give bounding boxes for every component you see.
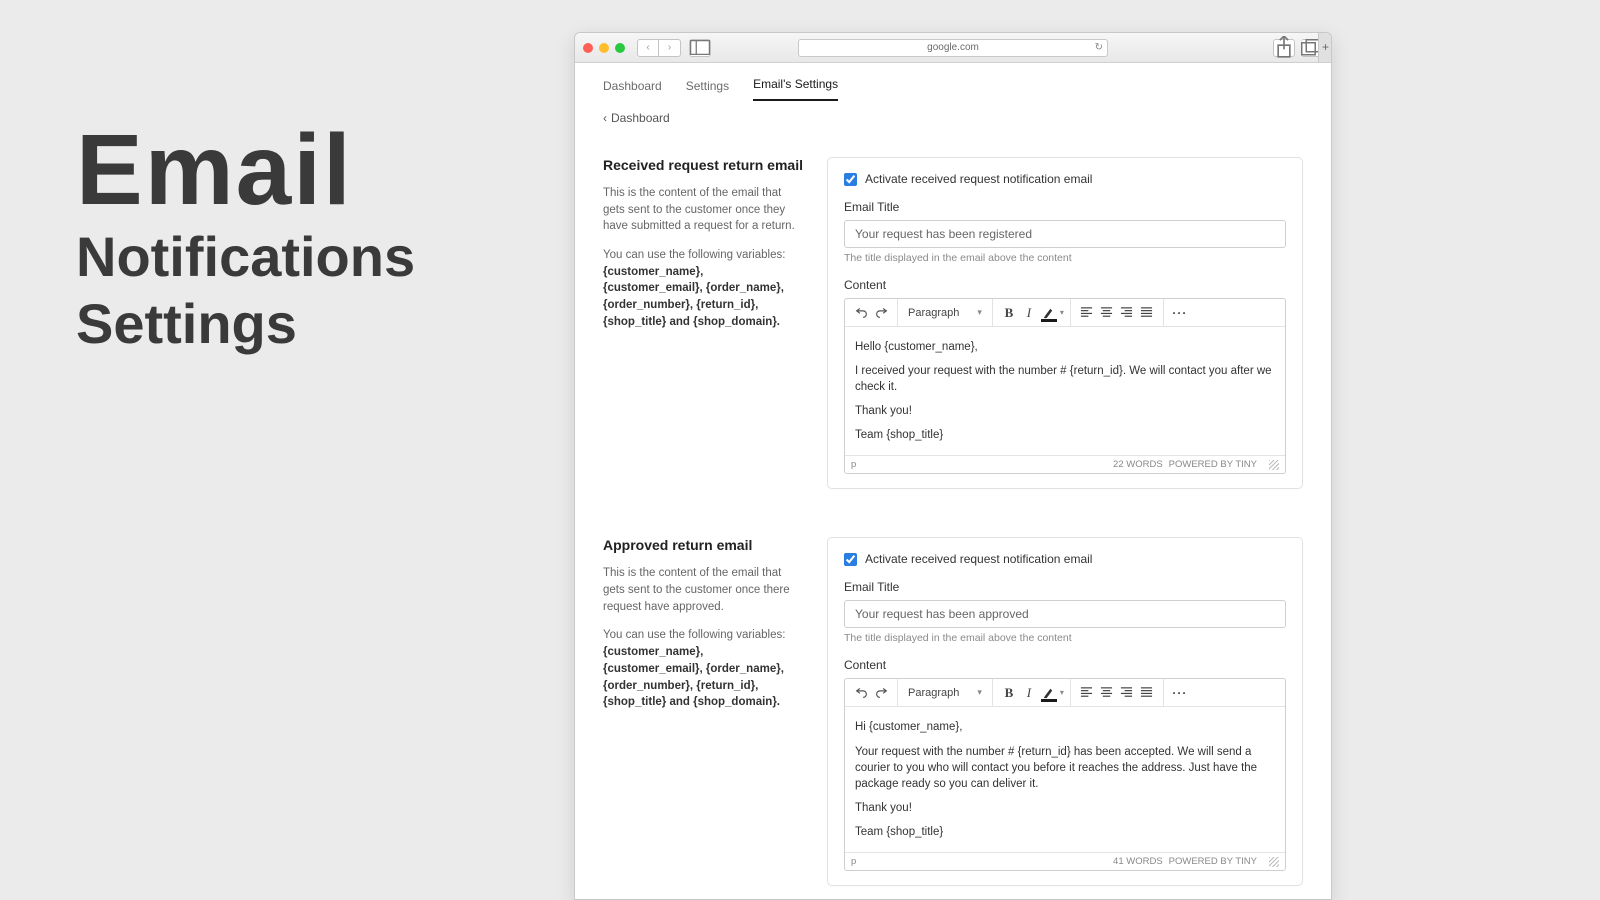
email-title-label: Email Title — [844, 580, 1286, 594]
email-title-hint: The title displayed in the email above t… — [844, 252, 1286, 264]
chevron-down-icon: ▾ — [977, 687, 982, 698]
resize-grip-icon[interactable] — [1269, 857, 1279, 867]
chevron-down-icon[interactable]: ▾ — [1060, 688, 1064, 697]
tab-settings[interactable]: Settings — [686, 79, 729, 101]
word-count: 41 WORDS — [1113, 856, 1163, 867]
settings-section: Approved return email This is the content… — [603, 515, 1303, 899]
align-justify-icon[interactable] — [1137, 683, 1157, 703]
more-icon[interactable]: ··· — [1170, 303, 1190, 323]
section-description: Approved return email This is the content… — [603, 537, 803, 886]
activate-label: Activate received request notification e… — [865, 172, 1092, 186]
paragraph-format-select[interactable]: Paragraph▾ — [904, 687, 986, 699]
address-bar[interactable]: google.com ↻ — [798, 39, 1108, 57]
redo-icon[interactable] — [871, 683, 891, 703]
section-vars: You can use the following variables:{cus… — [603, 627, 803, 710]
activate-checkbox[interactable] — [844, 173, 857, 186]
chevron-down-icon[interactable]: ▾ — [1060, 308, 1064, 317]
editor-statusbar: p 41 WORDS POWERED BY TINY — [845, 852, 1285, 870]
align-left-icon[interactable] — [1077, 683, 1097, 703]
email-title-input[interactable] — [844, 600, 1286, 628]
minimize-window-button[interactable] — [599, 43, 609, 53]
undo-icon[interactable] — [851, 683, 871, 703]
browser-titlebar: ‹ › google.com ↻ + — [575, 33, 1331, 63]
bold-icon[interactable]: B — [999, 683, 1019, 703]
activate-label: Activate received request notification e… — [865, 552, 1092, 566]
powered-by: POWERED BY TINY — [1169, 856, 1257, 867]
content-label: Content — [844, 658, 1286, 672]
section-description: Received request return email This is the… — [603, 157, 803, 489]
hero-line3: Settings — [76, 295, 415, 354]
nav-buttons: ‹ › — [637, 39, 681, 57]
italic-icon[interactable]: I — [1019, 303, 1039, 323]
forward-button[interactable]: › — [659, 39, 681, 57]
close-window-button[interactable] — [583, 43, 593, 53]
breadcrumb[interactable]: ‹ Dashboard — [575, 101, 1331, 135]
rich-text-editor: Paragraph▾ BI ▾ ··· Hello {customer_name},I … — [844, 298, 1286, 474]
hero-title: Email Notifications Settings — [76, 120, 415, 354]
align-right-icon[interactable] — [1117, 303, 1137, 323]
editor-statusbar: p 22 WORDS POWERED BY TINY — [845, 455, 1285, 473]
italic-icon[interactable]: I — [1019, 683, 1039, 703]
email-title-input[interactable] — [844, 220, 1286, 248]
status-path: p — [851, 856, 856, 867]
page-tabs: Dashboard Settings Email's Settings — [575, 63, 1331, 101]
maximize-window-button[interactable] — [615, 43, 625, 53]
settings-section: Received request return email This is the… — [603, 135, 1303, 515]
section-title: Approved return email — [603, 537, 803, 553]
undo-icon[interactable] — [851, 303, 871, 323]
chevron-down-icon: ▾ — [977, 307, 982, 318]
tab-dashboard[interactable]: Dashboard — [603, 79, 662, 101]
align-right-icon[interactable] — [1117, 683, 1137, 703]
back-button[interactable]: ‹ — [637, 39, 659, 57]
status-path: p — [851, 459, 856, 470]
hero-line1: Email — [76, 120, 415, 220]
tab-emails-settings[interactable]: Email's Settings — [753, 77, 838, 101]
section-title: Received request return email — [603, 157, 803, 173]
reload-icon[interactable]: ↻ — [1095, 42, 1103, 53]
more-icon[interactable]: ··· — [1170, 683, 1190, 703]
rich-text-editor: Paragraph▾ BI ▾ ··· Hi {customer_name},Your … — [844, 678, 1286, 871]
align-center-icon[interactable] — [1097, 683, 1117, 703]
resize-grip-icon[interactable] — [1269, 460, 1279, 470]
sidebar-toggle-button[interactable] — [689, 39, 711, 57]
editor-body[interactable]: Hello {customer_name},I received your re… — [845, 327, 1285, 455]
editor-toolbar: Paragraph▾ BI ▾ ··· — [845, 679, 1285, 707]
word-count: 22 WORDS — [1113, 459, 1163, 470]
window-controls — [583, 43, 625, 53]
section-desc: This is the content of the email that ge… — [603, 185, 803, 235]
bold-icon[interactable]: B — [999, 303, 1019, 323]
section-vars: You can use the following variables:{cus… — [603, 247, 803, 330]
email-settings-card: Activate received request notification e… — [827, 157, 1303, 489]
align-center-icon[interactable] — [1097, 303, 1117, 323]
email-title-label: Email Title — [844, 200, 1286, 214]
align-left-icon[interactable] — [1077, 303, 1097, 323]
url-text: google.com — [927, 42, 979, 53]
paragraph-format-select[interactable]: Paragraph▾ — [904, 307, 986, 319]
content-label: Content — [844, 278, 1286, 292]
chevron-left-icon: ‹ — [603, 111, 607, 125]
browser-window: ‹ › google.com ↻ + Dashboard Se — [574, 32, 1332, 900]
section-desc: This is the content of the email that ge… — [603, 565, 803, 615]
align-justify-icon[interactable] — [1137, 303, 1157, 323]
activate-checkbox[interactable] — [844, 553, 857, 566]
breadcrumb-label: Dashboard — [611, 111, 670, 125]
editor-toolbar: Paragraph▾ BI ▾ ··· — [845, 299, 1285, 327]
email-title-hint: The title displayed in the email above t… — [844, 632, 1286, 644]
redo-icon[interactable] — [871, 303, 891, 323]
new-tab-button[interactable]: + — [1318, 32, 1332, 62]
highlight-icon[interactable] — [1039, 683, 1059, 703]
content-area: Received request return email This is the… — [575, 135, 1331, 899]
share-button[interactable] — [1273, 39, 1295, 57]
highlight-icon[interactable] — [1039, 303, 1059, 323]
editor-body[interactable]: Hi {customer_name},Your request with the… — [845, 707, 1285, 852]
hero-line2: Notifications — [76, 228, 415, 287]
email-settings-card: Activate received request notification e… — [827, 537, 1303, 886]
powered-by: POWERED BY TINY — [1169, 459, 1257, 470]
